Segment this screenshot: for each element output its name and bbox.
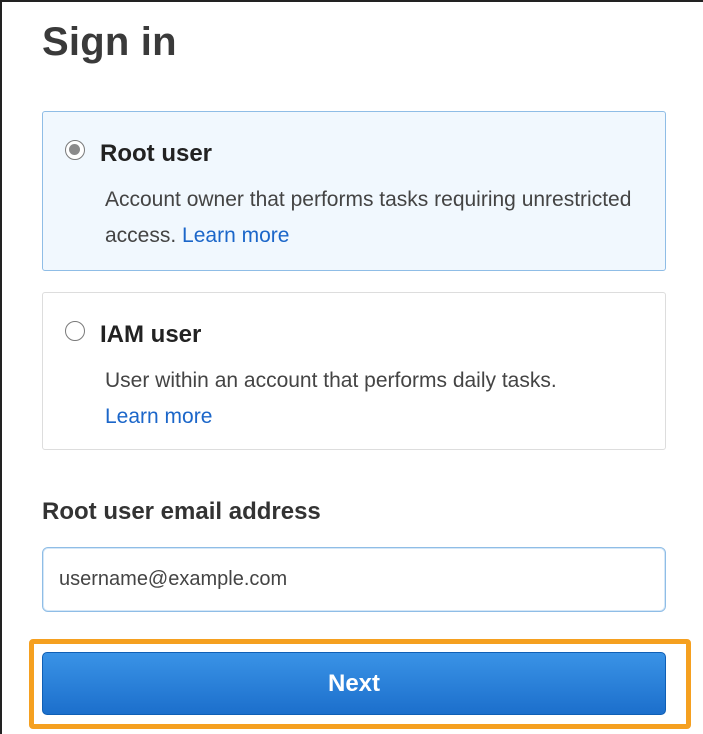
- iam-user-option[interactable]: IAM user User within an account that per…: [42, 292, 666, 450]
- radio-selected-dot: [69, 144, 80, 155]
- root-user-description: Account owner that performs tasks requir…: [105, 182, 645, 254]
- page-title: Sign in: [42, 20, 177, 64]
- iam-user-label: IAM user: [100, 321, 202, 348]
- root-user-label: Root user: [100, 140, 213, 167]
- root-user-radio[interactable]: [65, 140, 85, 160]
- email-field-label: Root user email address: [42, 498, 321, 525]
- iam-user-radio[interactable]: [65, 321, 85, 341]
- email-field[interactable]: [42, 547, 666, 612]
- root-user-learn-more-link[interactable]: Learn more: [182, 224, 289, 247]
- iam-user-learn-more-link[interactable]: Learn more: [105, 405, 212, 428]
- root-user-option[interactable]: Root user Account owner that performs ta…: [42, 111, 666, 271]
- iam-user-description-text: User within an account that performs dai…: [105, 369, 557, 392]
- sign-in-panel: Sign in Root user Account owner that per…: [0, 0, 703, 734]
- iam-user-description: User within an account that performs dai…: [105, 363, 645, 435]
- next-button[interactable]: Next: [42, 652, 666, 715]
